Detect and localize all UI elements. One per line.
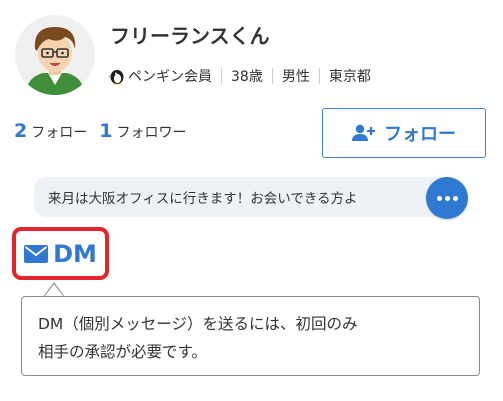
- followers-label[interactable]: フォロワー: [116, 122, 186, 142]
- profile-name: フリーランスくん: [110, 24, 270, 48]
- gender: 男性: [281, 69, 310, 85]
- follow-button-label: フォロー: [384, 124, 456, 145]
- following-count[interactable]: 2: [14, 120, 27, 142]
- penguin-icon: [108, 70, 124, 85]
- age: 38歳: [231, 69, 263, 85]
- profile-meta: ペンギン会員 38歳 男性 東京都: [108, 64, 371, 88]
- avatar[interactable]: [15, 15, 95, 95]
- tooltip-line-1: DM（個別メッセージ）を送るには、初回のみ: [38, 315, 358, 333]
- status-message: 来月は大阪オフィスに行きます！お会いできる方よ: [34, 177, 454, 217]
- envelope-icon: [24, 244, 49, 263]
- tooltip-line-2: 相手の承認が必要です。: [38, 343, 207, 361]
- follow-stats: 2 フォロー 1 フォロワー: [14, 120, 186, 142]
- add-user-icon: [352, 124, 376, 141]
- divider: [221, 68, 222, 84]
- dm-button[interactable]: DM: [12, 227, 109, 280]
- dm-tooltip: DM（個別メッセージ）を送るには、初回のみ 相手の承認が必要です。: [21, 296, 480, 376]
- following-label[interactable]: フォロー: [31, 122, 87, 142]
- followers-count[interactable]: 1: [99, 120, 112, 142]
- member-type: ペンギン会員: [128, 69, 212, 85]
- more-button[interactable]: [426, 177, 468, 219]
- location: 東京都: [328, 69, 371, 85]
- status-message-text: 来月は大阪オフィスに行きます！お会いできる方よ: [48, 191, 358, 207]
- divider: [271, 68, 273, 84]
- follow-button[interactable]: フォロー: [322, 108, 486, 158]
- more-icon: [436, 195, 442, 201]
- dm-button-label: DM: [53, 239, 97, 268]
- divider: [318, 68, 320, 84]
- avatar-illustration: [15, 15, 95, 95]
